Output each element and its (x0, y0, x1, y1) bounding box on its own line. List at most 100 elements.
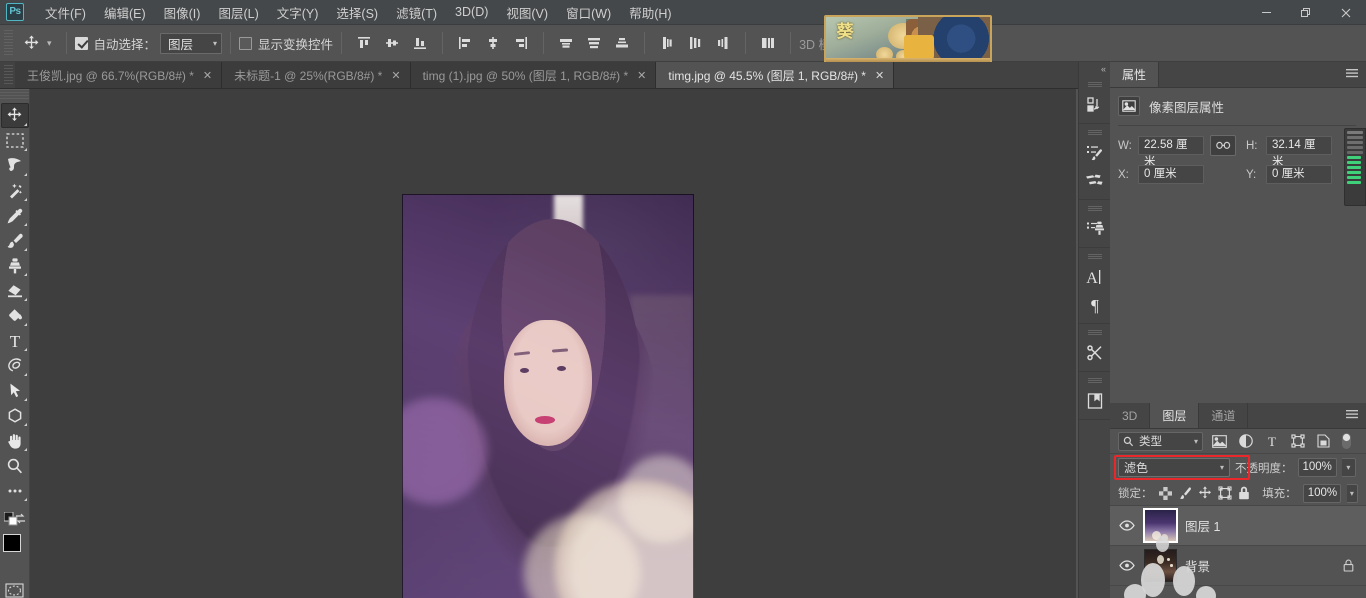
opacity-slider-chevron-icon[interactable]: ▾ (1342, 458, 1356, 477)
distribute-left-edges-button[interactable] (654, 31, 680, 55)
path-selection-tool[interactable] (1, 378, 29, 403)
eraser-tool[interactable] (1, 278, 29, 303)
menu-help[interactable]: 帮助(H) (620, 0, 680, 25)
clone-stamp-tool[interactable] (1, 253, 29, 278)
lock-position-icon[interactable] (1198, 484, 1212, 502)
quick-selection-tool[interactable] (1, 178, 29, 203)
align-bottom-edges-button[interactable] (407, 31, 433, 55)
filter-smart-object-icon[interactable] (1314, 432, 1333, 451)
edit-toolbar-more-button[interactable] (1, 478, 29, 503)
move-tool-icon[interactable] (16, 30, 46, 56)
menu-layer[interactable]: 图层(L) (209, 0, 267, 25)
blend-mode-dropdown[interactable]: 滤色 ▾ (1118, 458, 1230, 477)
minimize-button[interactable] (1246, 0, 1286, 25)
menu-file[interactable]: 文件(F) (36, 0, 95, 25)
pen-tool[interactable] (1, 353, 29, 378)
fill-slider-chevron-icon[interactable]: ▾ (1347, 484, 1358, 503)
tool-presets-icon[interactable] (1082, 342, 1108, 364)
x-input[interactable]: 0 厘米 (1138, 165, 1204, 184)
tab-channels[interactable]: 通道 (1199, 403, 1248, 428)
close-icon[interactable]: ✕ (203, 69, 212, 82)
distribute-top-edges-button[interactable] (553, 31, 579, 55)
tab-bar-grip[interactable] (4, 65, 13, 85)
filter-type-icon[interactable]: T (1262, 432, 1281, 451)
document-tab-2[interactable]: 未标题-1 @ 25%(RGB/8#) * ✕ (222, 62, 410, 88)
character-icon[interactable]: A (1082, 266, 1108, 288)
menu-window[interactable]: 窗口(W) (557, 0, 620, 25)
tools-panel-grip[interactable] (0, 89, 29, 101)
document-tab-1[interactable]: 王俊凯.jpg @ 66.7%(RGB/8#) * ✕ (15, 62, 222, 88)
document-tab-4[interactable]: timg.jpg @ 45.5% (图层 1, RGB/8#) * ✕ (656, 62, 894, 88)
lock-all-icon[interactable] (1238, 484, 1251, 502)
zoom-tool[interactable] (1, 453, 29, 478)
distribute-right-edges-button[interactable] (710, 31, 736, 55)
move-tool[interactable] (1, 103, 29, 128)
filter-enable-toggle[interactable] (1340, 432, 1352, 451)
opacity-value[interactable]: 100% (1298, 458, 1337, 477)
layer-row-1[interactable]: 图层 1 (1110, 506, 1366, 546)
auto-select-scope-dropdown[interactable]: 图层 ▾ (160, 33, 222, 54)
auto-align-layers-button[interactable] (755, 31, 781, 55)
notes-icon[interactable] (1082, 390, 1108, 412)
polygon-shape-tool[interactable] (1, 403, 29, 428)
tab-layers[interactable]: 图层 (1150, 403, 1199, 428)
lock-artboard-nesting-icon[interactable] (1218, 484, 1232, 502)
filter-pixel-icon[interactable] (1210, 432, 1229, 451)
menu-image[interactable]: 图像(I) (155, 0, 210, 25)
y-input[interactable]: 0 厘米 (1266, 165, 1332, 184)
tab-properties[interactable]: 属性 (1110, 62, 1159, 87)
tab-3d[interactable]: 3D (1110, 403, 1150, 428)
close-button[interactable] (1326, 0, 1366, 25)
tool-preset-chevron-down-icon[interactable]: ▾ (47, 38, 52, 49)
auto-select-checkbox[interactable] (75, 37, 88, 50)
actions-icon[interactable] (1082, 218, 1108, 240)
show-transform-controls-checkbox[interactable] (239, 37, 252, 50)
panel-menu-icon[interactable] (1345, 409, 1359, 421)
panel-menu-icon[interactable] (1345, 68, 1359, 80)
options-bar-grip[interactable] (4, 30, 13, 56)
align-top-edges-button[interactable] (351, 31, 377, 55)
lasso-tool[interactable] (1, 153, 29, 178)
rectangular-marquee-tool[interactable] (1, 128, 29, 153)
foreground-color-swatch[interactable] (3, 534, 21, 552)
distribute-bottom-edges-button[interactable] (609, 31, 635, 55)
paint-bucket-tool[interactable] (1, 303, 29, 328)
libraries-icon[interactable] (1082, 94, 1108, 116)
fill-value[interactable]: 100% (1303, 484, 1341, 503)
align-vertical-centers-button[interactable] (379, 31, 405, 55)
close-icon[interactable]: ✕ (391, 69, 400, 82)
paragraph-icon[interactable]: ¶ (1082, 294, 1108, 316)
advertisement-banner[interactable]: 葵 (824, 15, 992, 67)
link-dimensions-icon[interactable] (1210, 135, 1236, 156)
menu-select[interactable]: 选择(S) (327, 0, 387, 25)
horizontal-type-tool[interactable]: T (1, 328, 29, 353)
edit-in-quick-mask-mode-button[interactable] (1, 578, 29, 598)
align-right-edges-button[interactable] (508, 31, 534, 55)
menu-3d[interactable]: 3D(D) (446, 2, 497, 22)
distribute-vertical-centers-button[interactable] (581, 31, 607, 55)
align-left-edges-button[interactable] (452, 31, 478, 55)
layer-visibility-eye-icon[interactable] (1118, 557, 1136, 575)
filter-shape-icon[interactable] (1288, 432, 1307, 451)
swap-colors-icon[interactable] (14, 512, 27, 525)
align-horizontal-centers-button[interactable] (480, 31, 506, 55)
menu-view[interactable]: 视图(V) (497, 0, 557, 25)
canvas-area[interactable] (30, 89, 1076, 598)
close-icon[interactable]: ✕ (875, 69, 884, 82)
lock-transparent-pixels-icon[interactable] (1159, 484, 1172, 502)
layer-name[interactable]: 图层 1 (1185, 516, 1220, 535)
menu-edit[interactable]: 编辑(E) (95, 0, 155, 25)
height-input[interactable]: 32.14 厘米 (1266, 136, 1332, 155)
document-canvas[interactable] (402, 194, 694, 598)
brush-tool[interactable] (1, 228, 29, 253)
lock-image-pixels-icon[interactable] (1178, 484, 1192, 502)
restore-button[interactable] (1286, 0, 1326, 25)
histogram-panel-peek[interactable] (1344, 128, 1366, 206)
collapse-panels-icon[interactable]: « (1079, 62, 1110, 76)
hand-tool[interactable] (1, 428, 29, 453)
layer-visibility-eye-icon[interactable] (1118, 517, 1136, 535)
menu-type[interactable]: 文字(Y) (268, 0, 328, 25)
distribute-horizontal-centers-button[interactable] (682, 31, 708, 55)
menu-filter[interactable]: 滤镜(T) (387, 0, 446, 25)
eyedropper-tool[interactable] (1, 203, 29, 228)
